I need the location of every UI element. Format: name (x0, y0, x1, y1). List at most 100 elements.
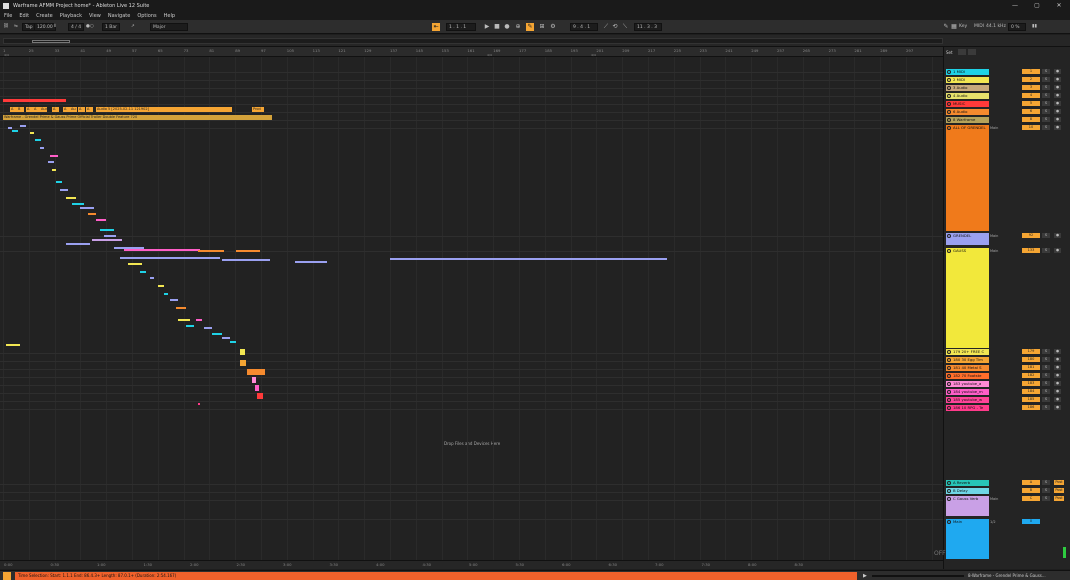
track-activator-icon[interactable] (947, 234, 951, 238)
track-row[interactable]: 179 20+ FREE C 179 S ● (944, 349, 1070, 355)
solo-button[interactable]: S (1042, 349, 1050, 354)
output-routing[interactable]: Main (990, 233, 1018, 239)
scale-key-field[interactable]: Major (150, 23, 188, 31)
quantize-menu[interactable]: 1 Bar (102, 23, 120, 31)
track-name[interactable]: 3 Audio (946, 85, 989, 91)
track-row[interactable]: B Delay B S Post (944, 488, 1070, 494)
key-map-button[interactable]: Key (959, 23, 967, 31)
stop-button[interactable]: ■ (493, 23, 501, 31)
track-volume[interactable]: 181 (1022, 365, 1040, 370)
maximize-button[interactable]: ▢ (1026, 2, 1048, 9)
track-volume[interactable]: 2 (1022, 77, 1040, 82)
sfx-clip[interactable] (257, 393, 263, 399)
track-volume[interactable]: B (1022, 488, 1040, 493)
track-volume[interactable]: 183 (1022, 381, 1040, 386)
audio-clip[interactable]: Prod (252, 107, 264, 112)
track-activator-icon[interactable] (947, 398, 951, 402)
track-name[interactable]: GAUSS (946, 248, 989, 348)
track-volume[interactable]: 10 (1022, 125, 1040, 130)
solo-button[interactable]: S (1042, 496, 1050, 501)
track-lane[interactable] (0, 73, 943, 81)
track-name[interactable]: 186 10 RPG - Te (946, 405, 989, 411)
link-icon[interactable]: ⛓ (3, 23, 9, 31)
menu-view[interactable]: View (89, 13, 101, 19)
track-name[interactable]: 181 40 Metal S (946, 365, 989, 371)
arm-button[interactable]: ● (1054, 85, 1061, 90)
track-name[interactable]: A Reverb (946, 480, 989, 486)
track-name[interactable]: 183 youtube_a (946, 381, 989, 387)
audio-clip[interactable]: A (10, 107, 17, 112)
session-record-icon[interactable]: ⚙ (549, 23, 557, 31)
track-row[interactable]: 186 10 RPG - Te 186 S ● (944, 405, 1070, 411)
warframe-video-clip[interactable]: Warframe - Grendel Prime & Gauss Prime O… (3, 115, 272, 120)
track-lane[interactable] (0, 386, 943, 394)
track-activator-icon[interactable] (947, 489, 951, 493)
track-row[interactable]: 1 MIDI 1 S ● (944, 69, 1070, 75)
track-activator-icon[interactable] (947, 110, 951, 114)
menu-create[interactable]: Create (36, 13, 53, 19)
sfx-clip[interactable] (247, 369, 265, 375)
sfx-clip[interactable] (252, 377, 256, 383)
arm-button[interactable]: ● (1054, 357, 1061, 362)
track-lane[interactable] (0, 97, 943, 105)
track-row[interactable]: 185 youtube_w 185 S ● (944, 397, 1070, 403)
track-activator-icon[interactable] (947, 382, 951, 386)
output-routing[interactable]: 1/2 (990, 519, 1018, 525)
track-name[interactable]: 182 70 Footste (946, 373, 989, 379)
track-volume[interactable]: 0 (1022, 519, 1040, 524)
solo-button[interactable]: S (1042, 109, 1050, 114)
track-activator-icon[interactable] (947, 102, 951, 106)
solo-button[interactable]: S (1042, 93, 1050, 98)
track-lane[interactable] (0, 229, 943, 237)
arm-button[interactable]: ● (1054, 381, 1061, 386)
track-lane[interactable] (0, 65, 943, 73)
track-name[interactable]: 2 MIDI (946, 77, 989, 83)
time-ruler[interactable]: 0:00 0:30 1:00 1:30 2:00 2:30 3:00 3:30 4:00 4:30… (0, 560, 943, 569)
track-lane[interactable] (0, 378, 943, 386)
track-name[interactable]: 179 20+ FREE C (946, 349, 989, 355)
solo-button[interactable]: S (1042, 397, 1050, 402)
solo-button[interactable]: S (1042, 125, 1050, 130)
track-activator-icon[interactable] (947, 249, 951, 253)
track-row[interactable]: 180 30 Egg Tim 180 S ● (944, 357, 1070, 363)
track-name[interactable]: 1 MIDI (946, 69, 989, 75)
solo-button[interactable]: S (1042, 117, 1050, 122)
arm-button[interactable]: ● (1054, 248, 1061, 253)
track-activator-icon[interactable] (947, 406, 951, 410)
arm-button[interactable]: ● (1054, 101, 1061, 106)
track-row[interactable]: Main 1/2 0 (944, 519, 1070, 559)
arm-button[interactable]: ● (1054, 397, 1061, 402)
track-volume[interactable]: 4 (1022, 93, 1040, 98)
track-volume[interactable]: 182 (1022, 373, 1040, 378)
solo-button[interactable]: S (1042, 389, 1050, 394)
track-activator-icon[interactable] (947, 70, 951, 74)
track-lane[interactable] (0, 121, 943, 129)
track-row[interactable]: 2 MIDI 2 S ● (944, 77, 1070, 83)
close-button[interactable]: ✕ (1048, 2, 1070, 9)
menu-help[interactable]: Help (164, 13, 175, 19)
track-row[interactable]: MUSIC 5 S ● (944, 101, 1070, 107)
arrangement-overview[interactable] (0, 35, 1070, 47)
time-signature-field[interactable]: 4 / 4 (68, 23, 85, 31)
arm-button[interactable]: Post (1054, 480, 1064, 485)
solo-button[interactable]: S (1042, 69, 1050, 74)
overview-strip[interactable] (3, 38, 943, 44)
track-volume[interactable]: 184 (1022, 389, 1040, 394)
track-volume[interactable]: 133 (1022, 248, 1040, 253)
mixer-options-button[interactable] (968, 49, 976, 55)
track-row[interactable]: A Reverb A S Post (944, 480, 1070, 486)
music-clip[interactable] (3, 99, 66, 102)
arm-button[interactable]: ● (1054, 233, 1061, 238)
punch-out-icon[interactable]: ⟍ (621, 23, 629, 31)
track-lane[interactable] (0, 370, 943, 378)
scroll-indicator[interactable] (872, 575, 964, 577)
track-name[interactable]: GRENDEL (946, 233, 989, 245)
track-volume[interactable]: 5 (1022, 101, 1040, 106)
menu-options[interactable]: Options (137, 13, 156, 19)
track-activator-icon[interactable] (947, 358, 951, 362)
arm-button[interactable]: ● (1054, 349, 1061, 354)
sfx-clip[interactable] (240, 360, 246, 366)
audio-clip[interactable]: A (78, 107, 85, 112)
punch-in-icon[interactable]: ⟋ (602, 23, 610, 31)
track-row[interactable]: GAUSS Main 133 S ● (944, 248, 1070, 348)
